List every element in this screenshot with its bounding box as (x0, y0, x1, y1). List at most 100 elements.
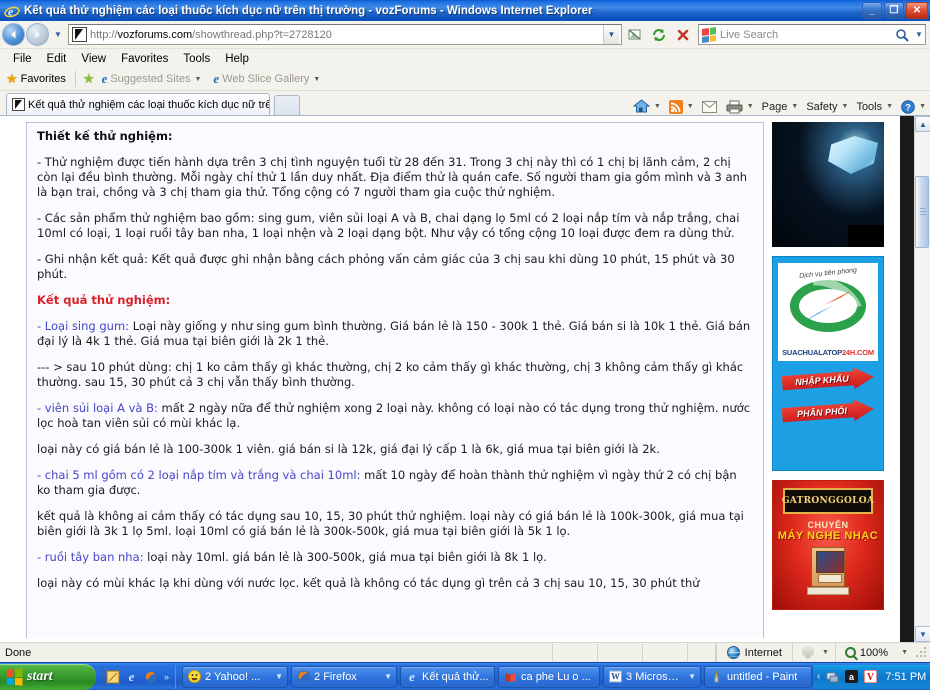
chevron-down-icon[interactable]: ▼ (822, 649, 829, 656)
chevron-down-icon[interactable]: ▼ (842, 103, 849, 110)
add-star-icon: ★ (82, 71, 95, 86)
menu-item-edit[interactable]: Edit (40, 52, 75, 66)
web-slice-gallery-button[interactable]: e Web Slice Gallery ▼ (213, 71, 320, 87)
ad-logo-box: Dịch vụ tiên phong SUACHUALATOP24H.COM (778, 263, 878, 361)
search-box[interactable]: Live Search ▼ (698, 24, 926, 45)
resize-grip[interactable] (914, 645, 928, 660)
scrollbar-thumb[interactable] (915, 176, 929, 248)
scrollbar-track[interactable] (915, 132, 930, 626)
vertical-scrollbar[interactable]: ▲ ▼ (914, 116, 930, 642)
help-button[interactable]: ? (901, 99, 915, 114)
zoom-control[interactable]: 100% ▼ (834, 643, 914, 662)
safety-menu-button[interactable]: Safety (806, 101, 837, 113)
back-button[interactable] (2, 23, 25, 46)
product-label-sing-gum: - Loại sing gum: (37, 319, 130, 333)
chevron-down-icon[interactable]: ▼ (194, 76, 201, 83)
post-paragraph: loại này có mùi khác lạ khi dùng với nướ… (37, 576, 700, 590)
ad-brand-accent: 24H.COM (841, 348, 874, 357)
task-button-paint[interactable]: untitled - Paint (704, 665, 813, 688)
suachualatop24h-banner-ad[interactable]: Dịch vụ tiên phong SUACHUALATOP24H.COM N… (772, 256, 884, 471)
feeds-button[interactable] (668, 99, 683, 114)
chevron-down-icon[interactable]: ▼ (654, 103, 661, 110)
ad-button-phan-phoi[interactable]: PHÂN PHỐI (782, 401, 874, 423)
task-button-firefox[interactable]: 2 Firefox ▼ (291, 665, 398, 688)
new-tab-button[interactable] (274, 95, 300, 115)
tab-strip: Kết quả thử nghiệm các loại thuốc kích d… (0, 91, 930, 116)
chevron-down-icon[interactable]: ▼ (683, 672, 696, 681)
ad-plate-text: GATRONGGOLOA (781, 496, 875, 506)
page-menu-button[interactable]: Page (762, 101, 788, 113)
clock[interactable]: 7:51 PM (885, 671, 926, 683)
unikey-icon[interactable]: V (863, 670, 877, 684)
security-zone[interactable]: Internet (715, 643, 792, 662)
close-button[interactable]: ✕ (906, 2, 928, 19)
search-input[interactable]: Live Search (720, 29, 891, 41)
menu-item-favorites[interactable]: Favorites (114, 52, 176, 66)
tray-expand-icon[interactable]: ‹ (817, 671, 820, 682)
print-button[interactable] (726, 100, 743, 114)
product-label-chai-5ml: - chai 5 ml gồm có 2 loại nắp tím và trắ… (37, 468, 361, 482)
chevron-down-icon[interactable]: ▼ (901, 649, 908, 656)
quick-launch-overflow-icon[interactable]: » (164, 672, 169, 682)
menu-item-help[interactable]: Help (218, 52, 257, 66)
start-button[interactable]: start (0, 663, 96, 690)
task-button-word[interactable]: W 3 Microsof... ▼ (603, 665, 702, 688)
task-button-ie-active[interactable]: e Kết quả thử... (400, 665, 496, 688)
chevron-down-icon[interactable]: ▼ (919, 103, 926, 110)
show-desktop-icon[interactable] (105, 669, 120, 684)
search-icon[interactable] (891, 28, 913, 42)
task-label: untitled - Paint (727, 670, 798, 683)
scroll-down-button[interactable]: ▼ (915, 626, 930, 642)
post-paragraph: - Loại sing gum: Loại này giống y như si… (37, 319, 753, 349)
favorites-button[interactable]: ★ Favorites (6, 71, 66, 87)
post-paragraph: loại này có giá bán lẻ là 100-300k 1 viê… (37, 442, 660, 456)
menu-item-tools[interactable]: Tools (176, 52, 218, 66)
restore-button[interactable]: ❐ (884, 2, 904, 19)
chevron-down-icon[interactable]: ▼ (379, 672, 392, 681)
firefox-icon[interactable] (143, 669, 158, 684)
chevron-down-icon[interactable]: ▼ (791, 103, 798, 110)
chevron-down-icon[interactable]: ▼ (886, 103, 893, 110)
ice-water-banner-ad[interactable] (772, 122, 884, 247)
task-button-yahoo[interactable]: 2 Yahoo! ... ▼ (182, 665, 289, 688)
protected-mode-indicator[interactable]: ▼ (791, 643, 835, 662)
minimize-button[interactable]: _ (862, 2, 882, 19)
home-button[interactable] (632, 99, 650, 114)
chevron-down-icon[interactable]: ▼ (687, 103, 694, 110)
tools-menu-button[interactable]: Tools (856, 101, 882, 113)
ad-nameplate: GATRONGGOLOA (781, 488, 875, 514)
chevron-down-icon[interactable]: ▼ (313, 76, 320, 83)
read-mail-button[interactable] (701, 100, 717, 113)
search-dropdown-caret-icon[interactable]: ▼ (913, 30, 925, 39)
system-tray: ‹ a V 7:51 PM (812, 664, 930, 689)
scroll-up-button[interactable]: ▲ (915, 116, 930, 132)
ie-logo-icon: e (4, 3, 20, 19)
refresh-icon[interactable] (648, 24, 670, 46)
address-bar[interactable]: http://vozforums.com/showthread.php?t=27… (68, 24, 622, 45)
add-to-favorites-bar-button[interactable]: ★ (83, 71, 98, 87)
chevron-down-icon[interactable]: ▼ (270, 672, 283, 681)
avg-icon[interactable]: a (844, 670, 858, 684)
tab-active[interactable]: Kết quả thử nghiệm các loại thuốc kích d… (6, 93, 270, 115)
chevron-down-icon[interactable]: ▼ (747, 103, 754, 110)
compatibility-view-icon[interactable] (624, 24, 646, 46)
menu-item-view[interactable]: View (74, 52, 114, 66)
network-icon[interactable] (825, 670, 839, 684)
forward-button[interactable] (26, 23, 49, 46)
recent-pages-caret-icon[interactable]: ▼ (51, 30, 65, 39)
security-zone-label: Internet (744, 646, 782, 659)
task-button-caphe[interactable]: ca phe Lu o ... (498, 665, 601, 688)
window-title: Kết quả thử nghiệm các loại thuốc kích d… (24, 4, 593, 17)
gatronggoloa-banner-ad[interactable]: GATRONGGOLOA CHUYÊN MÁY NGHE NHẠC (772, 480, 884, 610)
ad-black-bar (848, 225, 884, 247)
product-label-ruoi-tay-ban-nha: - ruồi tây ban nha: (37, 550, 144, 564)
menu-item-file[interactable]: File (6, 52, 40, 66)
internet-explorer-icon[interactable]: e (124, 669, 139, 684)
suggested-sites-button[interactable]: e Suggested Sites ▼ (102, 71, 202, 87)
stop-icon[interactable] (672, 24, 694, 46)
windows-flag-icon (6, 667, 23, 686)
ad-button-nhap-khau[interactable]: NHẬP KHẨU (782, 369, 874, 391)
address-dropdown-caret-icon[interactable]: ▼ (603, 25, 619, 44)
ad-device-base (807, 587, 849, 595)
suggested-sites-label: Suggested Sites (110, 73, 191, 85)
